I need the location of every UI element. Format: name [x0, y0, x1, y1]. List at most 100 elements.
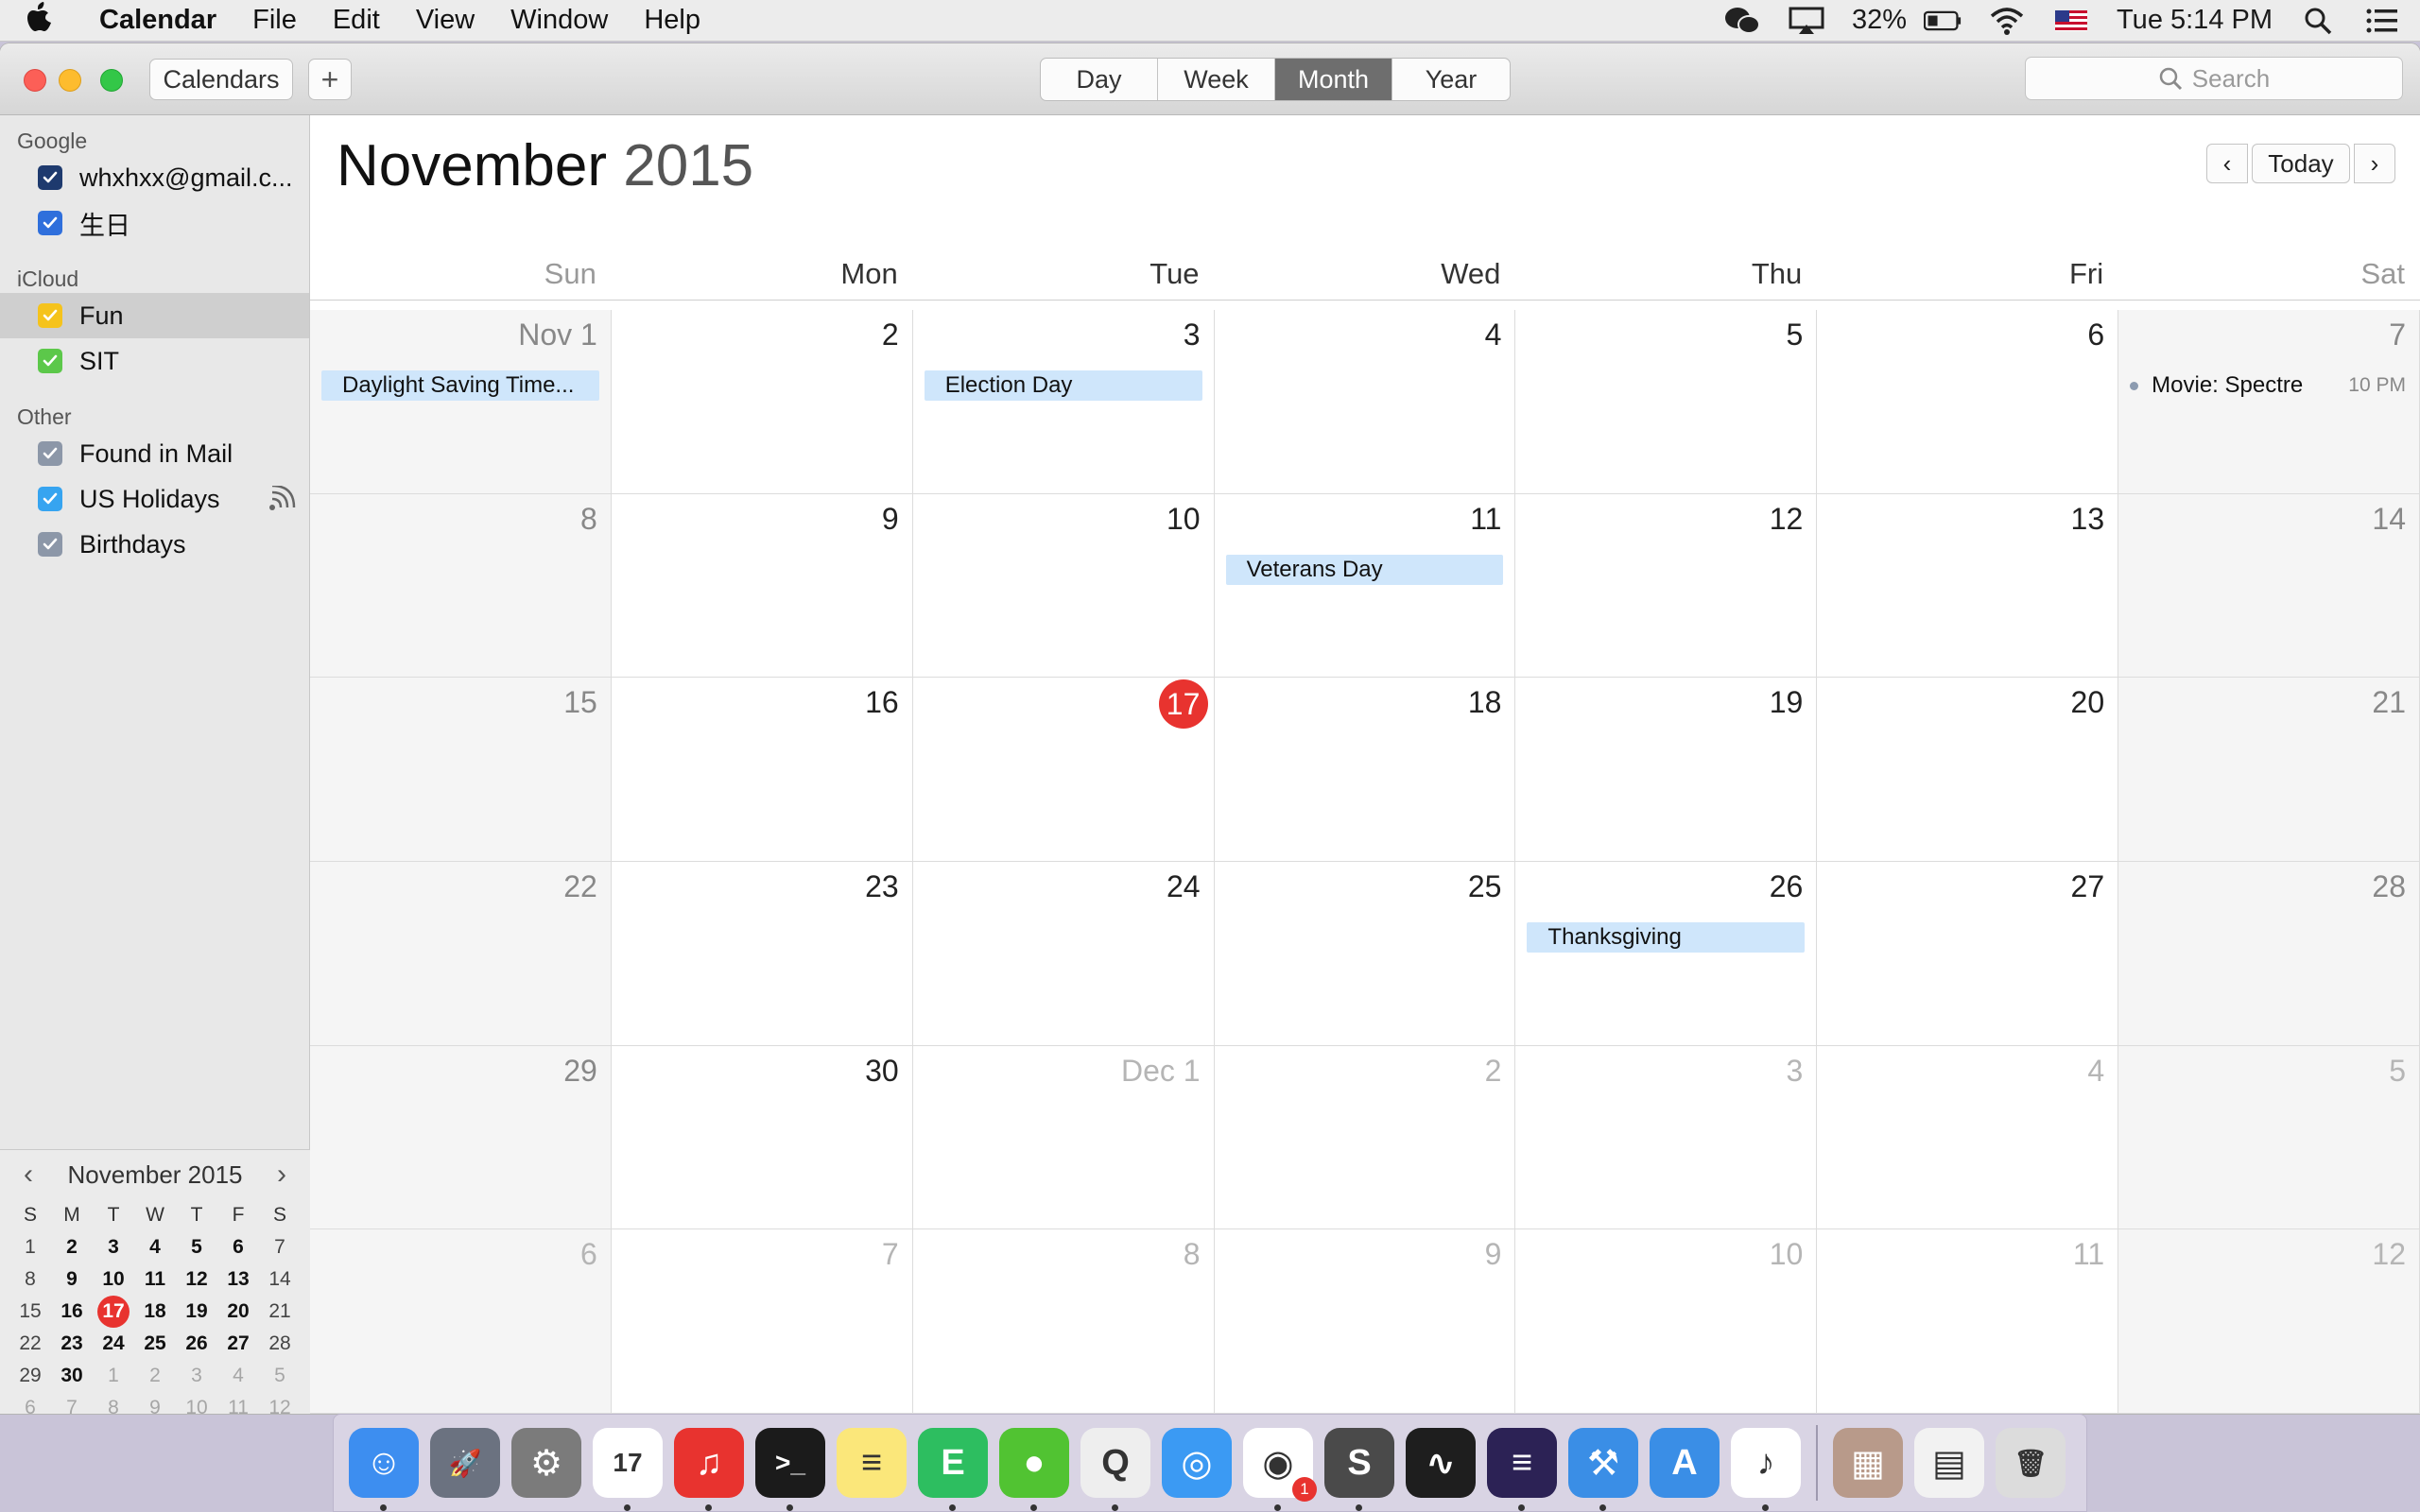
- wechat-icon[interactable]: ●: [999, 1428, 1069, 1511]
- day-cell[interactable]: 4: [1214, 310, 1516, 494]
- day-cell[interactable]: 10: [912, 493, 1215, 679]
- day-cell[interactable]: 22: [310, 862, 612, 1046]
- mini-day[interactable]: 4: [217, 1360, 259, 1392]
- xcode-icon[interactable]: ⚒: [1568, 1428, 1638, 1511]
- mini-day[interactable]: 12: [259, 1392, 301, 1414]
- mini-day[interactable]: 2: [134, 1360, 176, 1392]
- system-preferences-icon[interactable]: ⚙: [511, 1428, 581, 1498]
- mini-day[interactable]: 5: [176, 1231, 217, 1263]
- trash-icon[interactable]: 🗑: [1996, 1428, 2066, 1498]
- mini-day[interactable]: 21: [259, 1296, 301, 1328]
- mini-day[interactable]: 10: [176, 1392, 217, 1414]
- day-cell[interactable]: 24: [912, 862, 1215, 1046]
- day-cell[interactable]: 7 Movie: Spectre 10 PM: [2118, 310, 2420, 494]
- mini-day[interactable]: 25: [134, 1328, 176, 1360]
- sidebar-calendar-item[interactable]: US Holidays: [0, 476, 309, 522]
- day-cell[interactable]: 3: [1515, 1045, 1818, 1230]
- sublime-text-icon[interactable]: S: [1324, 1428, 1394, 1511]
- zoom-window-button[interactable]: [100, 69, 123, 92]
- calendar-icon[interactable]: 17: [593, 1428, 663, 1511]
- sidebar-calendar-item[interactable]: Fun: [0, 293, 309, 338]
- day-cell[interactable]: 2: [611, 310, 913, 494]
- itunes-icon[interactable]: ♪: [1731, 1428, 1801, 1511]
- view-week-button[interactable]: Week: [1158, 59, 1275, 100]
- view-month-button[interactable]: Month: [1275, 59, 1392, 100]
- mini-next-month-button[interactable]: ›: [253, 1159, 310, 1191]
- netease-music-icon[interactable]: ♫: [674, 1428, 744, 1511]
- sidebar-calendar-item[interactable]: 生日: [0, 200, 309, 246]
- day-cell[interactable]: 3 Election Day: [912, 310, 1215, 494]
- mini-day[interactable]: 27: [217, 1328, 259, 1360]
- calendar-checkbox[interactable]: [38, 211, 62, 235]
- mini-day[interactable]: 11: [134, 1263, 176, 1296]
- calendar-checkbox[interactable]: [38, 441, 62, 466]
- calendar-checkbox[interactable]: [38, 487, 62, 511]
- mini-day[interactable]: 2: [51, 1231, 93, 1263]
- day-cell[interactable]: 27: [1817, 862, 2119, 1046]
- spotlight-icon[interactable]: [2299, 6, 2337, 36]
- sidebar-calendar-item[interactable]: whxhxx@gmail.c...: [0, 155, 309, 200]
- day-cell[interactable]: 5: [1515, 310, 1818, 494]
- terminal-icon[interactable]: >_: [755, 1428, 825, 1511]
- mini-day[interactable]: 15: [9, 1296, 51, 1328]
- day-cell[interactable]: 6: [310, 1229, 612, 1414]
- mini-day[interactable]: 22: [9, 1328, 51, 1360]
- day-cell[interactable]: 9: [611, 493, 913, 679]
- day-cell[interactable]: 8: [912, 1229, 1215, 1414]
- day-cell[interactable]: 2: [1214, 1045, 1516, 1230]
- notes-icon[interactable]: ≡: [837, 1428, 907, 1498]
- mini-day[interactable]: 30: [51, 1360, 93, 1392]
- day-cell[interactable]: Nov 1 Daylight Saving Time...: [310, 310, 612, 494]
- view-day-button[interactable]: Day: [1041, 59, 1158, 100]
- wechat-status-icon[interactable]: [1723, 6, 1761, 36]
- mini-day[interactable]: 1: [93, 1360, 134, 1392]
- mini-day[interactable]: 20: [217, 1296, 259, 1328]
- day-cell[interactable]: 5: [2118, 1045, 2420, 1230]
- mini-day[interactable]: 3: [176, 1360, 217, 1392]
- mini-day[interactable]: 6: [9, 1392, 51, 1414]
- mini-day[interactable]: 28: [259, 1328, 301, 1360]
- qq-icon[interactable]: Q: [1080, 1428, 1150, 1511]
- mini-day[interactable]: 9: [134, 1392, 176, 1414]
- day-cell[interactable]: 13: [1817, 493, 2119, 679]
- add-event-button[interactable]: +: [308, 59, 352, 100]
- day-cell[interactable]: 25: [1214, 862, 1516, 1046]
- mini-day[interactable]: 6: [217, 1231, 259, 1263]
- calendar-checkbox[interactable]: [38, 532, 62, 557]
- chrome-icon[interactable]: ◉ 1: [1243, 1428, 1317, 1511]
- notification-center-icon[interactable]: [2363, 6, 2401, 36]
- app-menu[interactable]: Calendar: [81, 5, 234, 36]
- airplay-icon[interactable]: [1788, 6, 1825, 36]
- calendars-button[interactable]: Calendars: [149, 59, 293, 100]
- mini-day[interactable]: 7: [259, 1231, 301, 1263]
- day-cell[interactable]: 20: [1817, 678, 2119, 862]
- mini-day[interactable]: 10: [93, 1263, 134, 1296]
- day-cell[interactable]: 12: [1515, 493, 1818, 679]
- day-cell[interactable]: 14: [2118, 493, 2420, 679]
- sidebar-calendar-item[interactable]: Found in Mail: [0, 431, 309, 476]
- timed-event[interactable]: Movie: Spectre 10 PM: [2130, 370, 2406, 401]
- us-flag-icon[interactable]: [2052, 6, 2090, 36]
- mini-day[interactable]: 26: [176, 1328, 217, 1360]
- day-cell[interactable]: 6: [1817, 310, 2119, 494]
- sidebar-calendar-item[interactable]: Birthdays: [0, 522, 309, 567]
- day-cell[interactable]: 12: [2118, 1229, 2420, 1414]
- mini-day[interactable]: 12: [176, 1263, 217, 1296]
- day-cell[interactable]: 4: [1817, 1045, 2119, 1230]
- mini-day[interactable]: 8: [93, 1392, 134, 1414]
- mini-day[interactable]: 23: [51, 1328, 93, 1360]
- downloads-stack-icon[interactable]: ▤: [1914, 1428, 1984, 1498]
- day-cell-today[interactable]: 17: [912, 678, 1215, 862]
- mini-day[interactable]: 18: [134, 1296, 176, 1328]
- evernote-icon[interactable]: E: [918, 1428, 988, 1511]
- simulator-icon[interactable]: A: [1650, 1428, 1720, 1498]
- day-cell[interactable]: 9: [1214, 1229, 1516, 1414]
- menu-clock[interactable]: Tue 5:14 PM: [2117, 5, 2273, 36]
- day-cell[interactable]: 26 Thanksgiving: [1515, 862, 1818, 1046]
- mini-day-today[interactable]: 17: [93, 1296, 134, 1328]
- next-month-button[interactable]: ›: [2354, 144, 2395, 183]
- mini-day[interactable]: 5: [259, 1360, 301, 1392]
- finder-icon[interactable]: ☺: [349, 1428, 419, 1511]
- day-cell[interactable]: 28: [2118, 862, 2420, 1046]
- wifi-icon[interactable]: [1988, 6, 2026, 36]
